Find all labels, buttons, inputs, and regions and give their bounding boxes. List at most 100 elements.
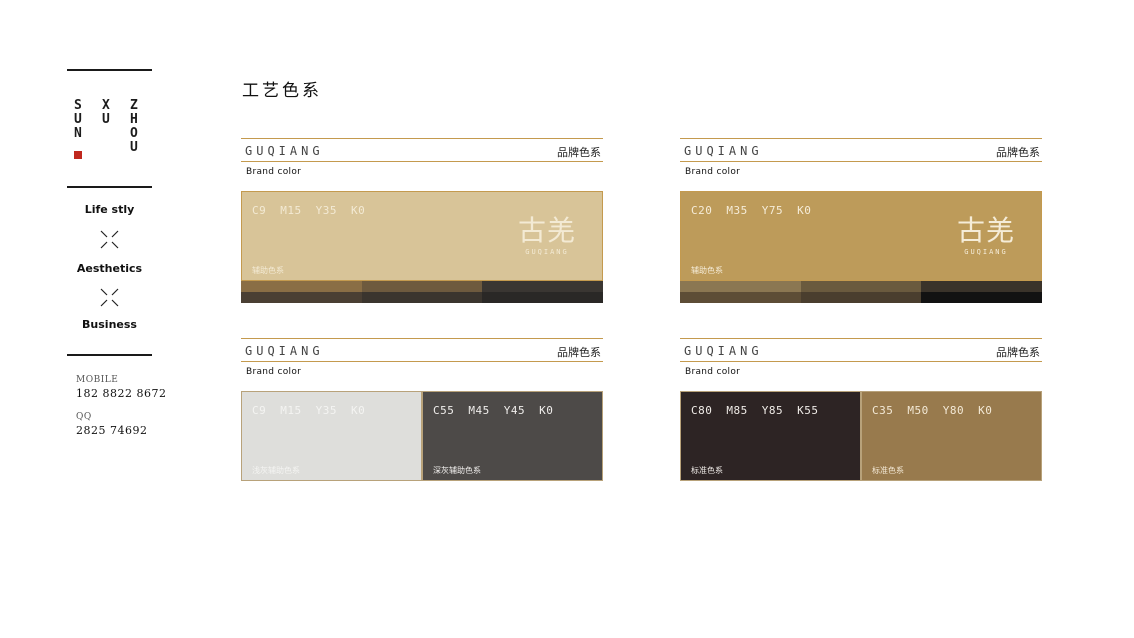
cmyk-values: C9 M15 Y35 K0: [252, 404, 365, 417]
panel-tag: 品牌色系: [557, 146, 601, 159]
panel-mid-rule: [680, 361, 1042, 362]
logo-letter: N: [74, 126, 82, 141]
tone-strip: [361, 292, 483, 303]
cmyk-value: Y75: [761, 204, 784, 217]
mobile-number: 182 8822 8672: [76, 387, 167, 400]
tone-strip: [361, 281, 483, 292]
logo-letter: H: [130, 112, 138, 127]
swatch-name: 浅灰辅助色系: [252, 466, 300, 475]
tone-strip: [241, 292, 362, 303]
guqiang-logo: 古羌 GUQIANG: [956, 214, 1015, 257]
cmyk-value: C9: [252, 404, 267, 417]
logo-column-xu: X U: [102, 99, 110, 127]
red-seal-icon: [74, 151, 82, 159]
color-swatch: C9 M15 Y35 K0 辅助色系 古羌 GUQIANG: [241, 191, 603, 281]
panel-wordmark: GUQIANG: [245, 344, 324, 358]
cmyk-value: K55: [797, 404, 819, 417]
cmyk-values: C35 M50 Y80 K0: [872, 404, 992, 417]
tone-strip: [921, 292, 1042, 303]
color-swatch: C55 M45 Y45 K0 深灰辅助色系: [422, 391, 603, 481]
qq-number: 2825 74692: [76, 424, 148, 437]
cmyk-values: C55 M45 Y45 K0: [433, 404, 553, 417]
cmyk-values: C80 M85 Y85 K55: [691, 404, 819, 417]
guqiang-logo: 古羌 GUQIANG: [517, 214, 576, 257]
cmyk-value: M85: [726, 404, 748, 417]
cmyk-value: M50: [907, 404, 929, 417]
cross-divider-icon: [100, 288, 119, 307]
cmyk-value: C20: [691, 204, 713, 217]
panel-subtitle: Brand color: [685, 367, 741, 377]
nav-business[interactable]: Business: [67, 318, 152, 331]
nav-aesthetics[interactable]: Aesthetics: [67, 262, 152, 275]
panel-mid-rule: [241, 361, 603, 362]
sunxuzhou-logo: S U N X U Z H O U: [72, 99, 144, 163]
cmyk-value: Y85: [761, 404, 784, 417]
cmyk-value: Y35: [315, 204, 337, 217]
logo-letter: U: [130, 140, 138, 155]
logo-letter: O: [130, 126, 138, 141]
guqiang-logo-mark: 古羌: [517, 214, 576, 247]
sidebar-middle-rule: [67, 186, 152, 188]
cmyk-value: M35: [726, 204, 748, 217]
page-title: 工艺色系: [242, 81, 322, 101]
cmyk-value: M45: [468, 404, 490, 417]
logo-letter: U: [102, 112, 110, 127]
panel-top-rule: [680, 338, 1042, 339]
cmyk-value: C55: [433, 404, 455, 417]
panel-top-rule: [241, 138, 603, 139]
tone-strip: [482, 292, 603, 303]
panel-mid-rule: [241, 161, 603, 162]
color-swatch: C35 M50 Y80 K0 标准色系: [861, 391, 1042, 481]
panel-subtitle: Brand color: [246, 167, 302, 177]
color-swatch: C80 M85 Y85 K55 标准色系: [680, 391, 861, 481]
nav-life-style[interactable]: Life stly: [67, 203, 152, 216]
logo-column-zhou: Z H O U: [130, 99, 138, 155]
cmyk-value: K0: [797, 204, 812, 217]
tone-strip: [921, 281, 1042, 292]
tone-strip: [241, 281, 362, 292]
cmyk-value: Y35: [315, 404, 337, 417]
cmyk-value: K0: [351, 404, 366, 417]
color-panel: GUQIANG 品牌色系 Brand color C9 M15 Y35 K0 辅助色系 古羌 GU…: [241, 138, 603, 308]
cmyk-value: Y80: [942, 404, 965, 417]
swatch-name: 辅助色系: [252, 266, 284, 275]
swatch-name: 辅助色系: [691, 266, 723, 275]
color-panel: GUQIANG 品牌色系 Brand color C80 M85 Y85 K55 标准色系 C3…: [680, 338, 1042, 508]
swatch-name: 深灰辅助色系: [433, 466, 481, 475]
tone-strip: [482, 281, 603, 292]
sidebar-top-rule: [67, 69, 152, 71]
logo-column-sun: S U N: [74, 99, 82, 141]
color-swatch: C20 M35 Y75 K0 辅助色系 古羌 GUQIANG: [680, 191, 1042, 281]
logo-letter: U: [74, 112, 82, 127]
cmyk-value: C35: [872, 404, 894, 417]
cmyk-values: C9 M15 Y35 K0: [252, 204, 365, 217]
tone-strip: [680, 281, 801, 292]
color-panel: GUQIANG 品牌色系 Brand color C20 M35 Y75 K0 辅助色系 古羌 G…: [680, 138, 1042, 308]
panel-tag: 品牌色系: [996, 146, 1040, 159]
cmyk-value: C80: [691, 404, 713, 417]
tone-strip: [800, 281, 922, 292]
cmyk-value: K0: [351, 204, 366, 217]
logo-letter: Z: [130, 98, 138, 113]
panel-top-rule: [241, 338, 603, 339]
guqiang-logo-mark: 古羌: [956, 214, 1015, 247]
panel-tag: 品牌色系: [557, 346, 601, 359]
panel-wordmark: GUQIANG: [245, 144, 324, 158]
cross-divider-icon: [100, 230, 119, 249]
qq-label: QQ: [76, 412, 92, 422]
guqiang-logo-latin: GUQIANG: [964, 248, 1008, 256]
panel-wordmark: GUQIANG: [684, 144, 763, 158]
sidebar-bottom-rule: [67, 354, 152, 356]
cmyk-values: C20 M35 Y75 K0: [691, 204, 811, 217]
guqiang-logo-latin: GUQIANG: [525, 248, 569, 256]
logo-letter: X: [102, 98, 110, 113]
cmyk-value: K0: [539, 404, 554, 417]
swatch-name: 标准色系: [872, 466, 904, 475]
panel-top-rule: [680, 138, 1042, 139]
panel-wordmark: GUQIANG: [684, 344, 763, 358]
mobile-label: MOBILE: [76, 375, 119, 385]
tone-strip: [800, 292, 922, 303]
swatch-name: 标准色系: [691, 466, 723, 475]
panel-subtitle: Brand color: [246, 367, 302, 377]
color-swatch: C9 M15 Y35 K0 浅灰辅助色系: [241, 391, 422, 481]
